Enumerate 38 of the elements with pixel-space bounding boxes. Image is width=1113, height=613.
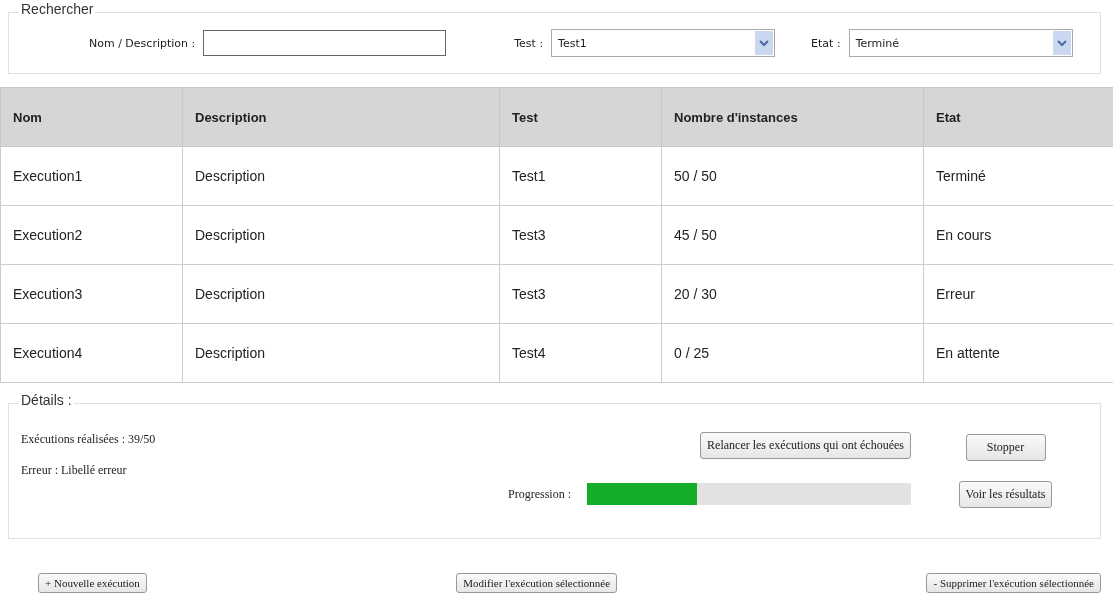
action-button[interactable]: Modifier l'exécution sélectionnée: [456, 573, 617, 593]
table-cell: Execution4: [0, 323, 183, 383]
table-cell: Execution2: [0, 205, 183, 265]
stop-button[interactable]: Stopper: [965, 434, 1046, 461]
action-button[interactable]: + Nouvelle exécution: [38, 573, 147, 593]
column-header: Test: [499, 87, 662, 147]
results-button[interactable]: Voir les résultats: [958, 481, 1053, 508]
details-legend: Détails :: [19, 392, 74, 408]
table-cell: 45 / 50: [661, 205, 924, 265]
table-cell: 0 / 25: [661, 323, 924, 383]
column-header: Etat: [923, 87, 1113, 147]
test-label: Test :: [514, 36, 544, 50]
search-legend: Rechercher: [19, 1, 96, 17]
table-cell: Description: [182, 205, 500, 265]
table-cell: 50 / 50: [661, 146, 924, 206]
column-header: Description: [182, 87, 500, 147]
table-cell: Description: [182, 146, 500, 206]
table-cell: Test1: [499, 146, 662, 206]
relaunch-button[interactable]: Relancer les exécutions qui ont échouées: [700, 432, 911, 459]
action-button[interactable]: - Supprimer l'exécution sélectionnée: [926, 573, 1101, 593]
progress-label: Progression :: [508, 486, 571, 502]
table-cell: Description: [182, 323, 500, 383]
executions-text: Exécutions réalisées : 39/50: [21, 432, 157, 447]
table-cell: Execution3: [0, 264, 183, 324]
table-cell: Test3: [499, 264, 662, 324]
name-input-field[interactable]: [203, 30, 447, 56]
state-label: Etat :: [811, 36, 841, 50]
column-header: Nom: [0, 87, 183, 147]
table-cell: Test4: [499, 323, 662, 383]
name-label: Nom / Description :: [89, 36, 196, 50]
table-cell: Test3: [499, 205, 662, 265]
test-dropdown[interactable]: Test1: [551, 29, 776, 57]
table-cell: Execution1: [0, 146, 183, 206]
table-cell: 20 / 30: [661, 264, 924, 324]
error-text: Erreur : Libellé erreur: [21, 463, 128, 478]
state-dropdown[interactable]: Terminé: [848, 29, 1073, 57]
column-header: Nombre d'instances: [661, 87, 924, 147]
table-cell: Description: [182, 264, 500, 324]
